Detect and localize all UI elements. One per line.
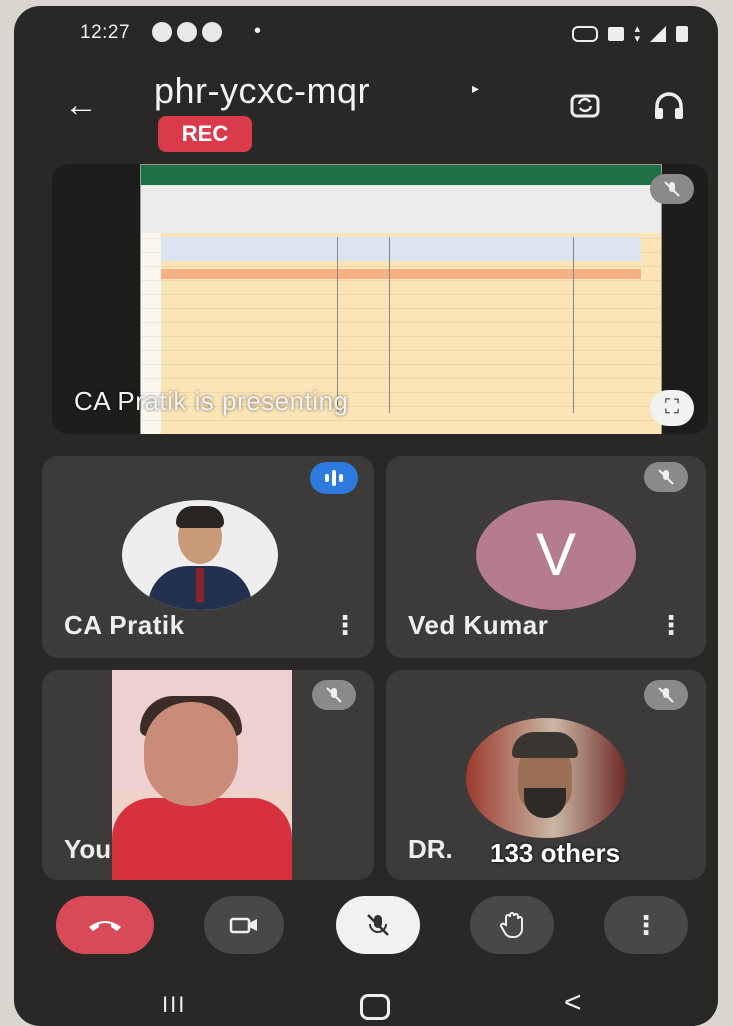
muted-mic-icon xyxy=(650,174,694,204)
signal-icon xyxy=(650,26,666,42)
avatar xyxy=(466,718,626,838)
video-camera-icon xyxy=(229,917,257,934)
participant-tile-ca-pratik[interactable]: CA Pratik ⋮ xyxy=(42,456,374,658)
status-bar: 12:27 • ▴ ▾ xyxy=(14,6,718,58)
raise-hand-button[interactable] xyxy=(470,896,554,954)
more-options-button[interactable]: ⋮ xyxy=(604,896,688,954)
spreadsheet-ribbon xyxy=(141,185,661,234)
avatar xyxy=(122,500,278,610)
participant-tile-you[interactable]: You xyxy=(42,670,374,880)
camera-toggle-button[interactable] xyxy=(204,896,284,954)
whatsapp-icon xyxy=(152,22,172,42)
avatar: V xyxy=(476,500,636,610)
others-count-label[interactable]: 133 others xyxy=(490,838,620,869)
spreadsheet-column-divider xyxy=(389,237,390,413)
system-back-icon[interactable]: < xyxy=(564,986,582,1020)
participant-menu-icon[interactable]: ⋮ xyxy=(658,610,684,641)
meeting-details-caret-icon[interactable]: ▸ xyxy=(472,80,479,97)
home-icon[interactable] xyxy=(360,994,390,1020)
spreadsheet-header-row xyxy=(161,237,641,261)
speaking-indicator-icon xyxy=(310,462,358,494)
mic-toggle-button[interactable] xyxy=(336,896,420,954)
phone-hangup-icon xyxy=(89,921,121,931)
system-icons: ▴ ▾ xyxy=(572,23,688,45)
alarm-icon xyxy=(608,27,625,41)
participant-tile-others[interactable]: DR. 133 others xyxy=(386,670,706,880)
muted-mic-icon xyxy=(644,462,688,492)
presenting-caption: CA Pratik is presenting xyxy=(74,386,349,416)
muted-mic-icon xyxy=(312,680,356,710)
phone-screen: 12:27 • ▴ ▾ ← phr-ycxc-mqr ▸ REC CA Prat… xyxy=(14,6,718,1026)
raise-hand-icon xyxy=(500,912,523,939)
spreadsheet-band xyxy=(161,269,641,279)
whatsapp-icon xyxy=(177,22,197,42)
spreadsheet-titlebar xyxy=(141,165,661,185)
battery-icon xyxy=(676,26,688,42)
muted-mic-icon xyxy=(644,680,688,710)
app-notification-icon xyxy=(202,22,222,42)
mic-off-icon xyxy=(367,914,389,936)
recording-badge: REC xyxy=(158,116,252,152)
presentation-tile[interactable]: CA Pratik is presenting ⛶ xyxy=(52,164,708,434)
switch-camera-icon[interactable] xyxy=(569,90,601,120)
fullscreen-icon[interactable]: ⛶ xyxy=(650,390,694,426)
participant-tile-ved-kumar[interactable]: V Ved Kumar ⋮ xyxy=(386,456,706,658)
status-time: 12:27 xyxy=(80,22,131,43)
participant-name: DR. xyxy=(408,834,453,864)
recent-apps-icon[interactable]: III xyxy=(162,992,186,1018)
back-arrow-icon[interactable]: ← xyxy=(64,86,98,125)
notification-icons xyxy=(152,22,222,42)
participant-name: Ved Kumar xyxy=(408,610,549,640)
data-speed-icon: ▴ ▾ xyxy=(634,23,640,45)
meeting-code[interactable]: phr-ycxc-mqr xyxy=(154,70,370,112)
participant-name: CA Pratik xyxy=(64,610,185,640)
participant-name: You xyxy=(64,834,112,864)
headphones-icon[interactable] xyxy=(652,90,686,122)
link-icon xyxy=(572,26,599,42)
call-controls: ⋮ xyxy=(14,896,718,976)
self-video xyxy=(112,670,292,880)
end-call-button[interactable] xyxy=(56,896,154,954)
spreadsheet-column-divider xyxy=(573,237,574,413)
more-notifications-dot: • xyxy=(254,20,262,42)
system-nav-bar: III < xyxy=(14,978,718,1026)
participant-menu-icon[interactable]: ⋮ xyxy=(332,610,358,641)
